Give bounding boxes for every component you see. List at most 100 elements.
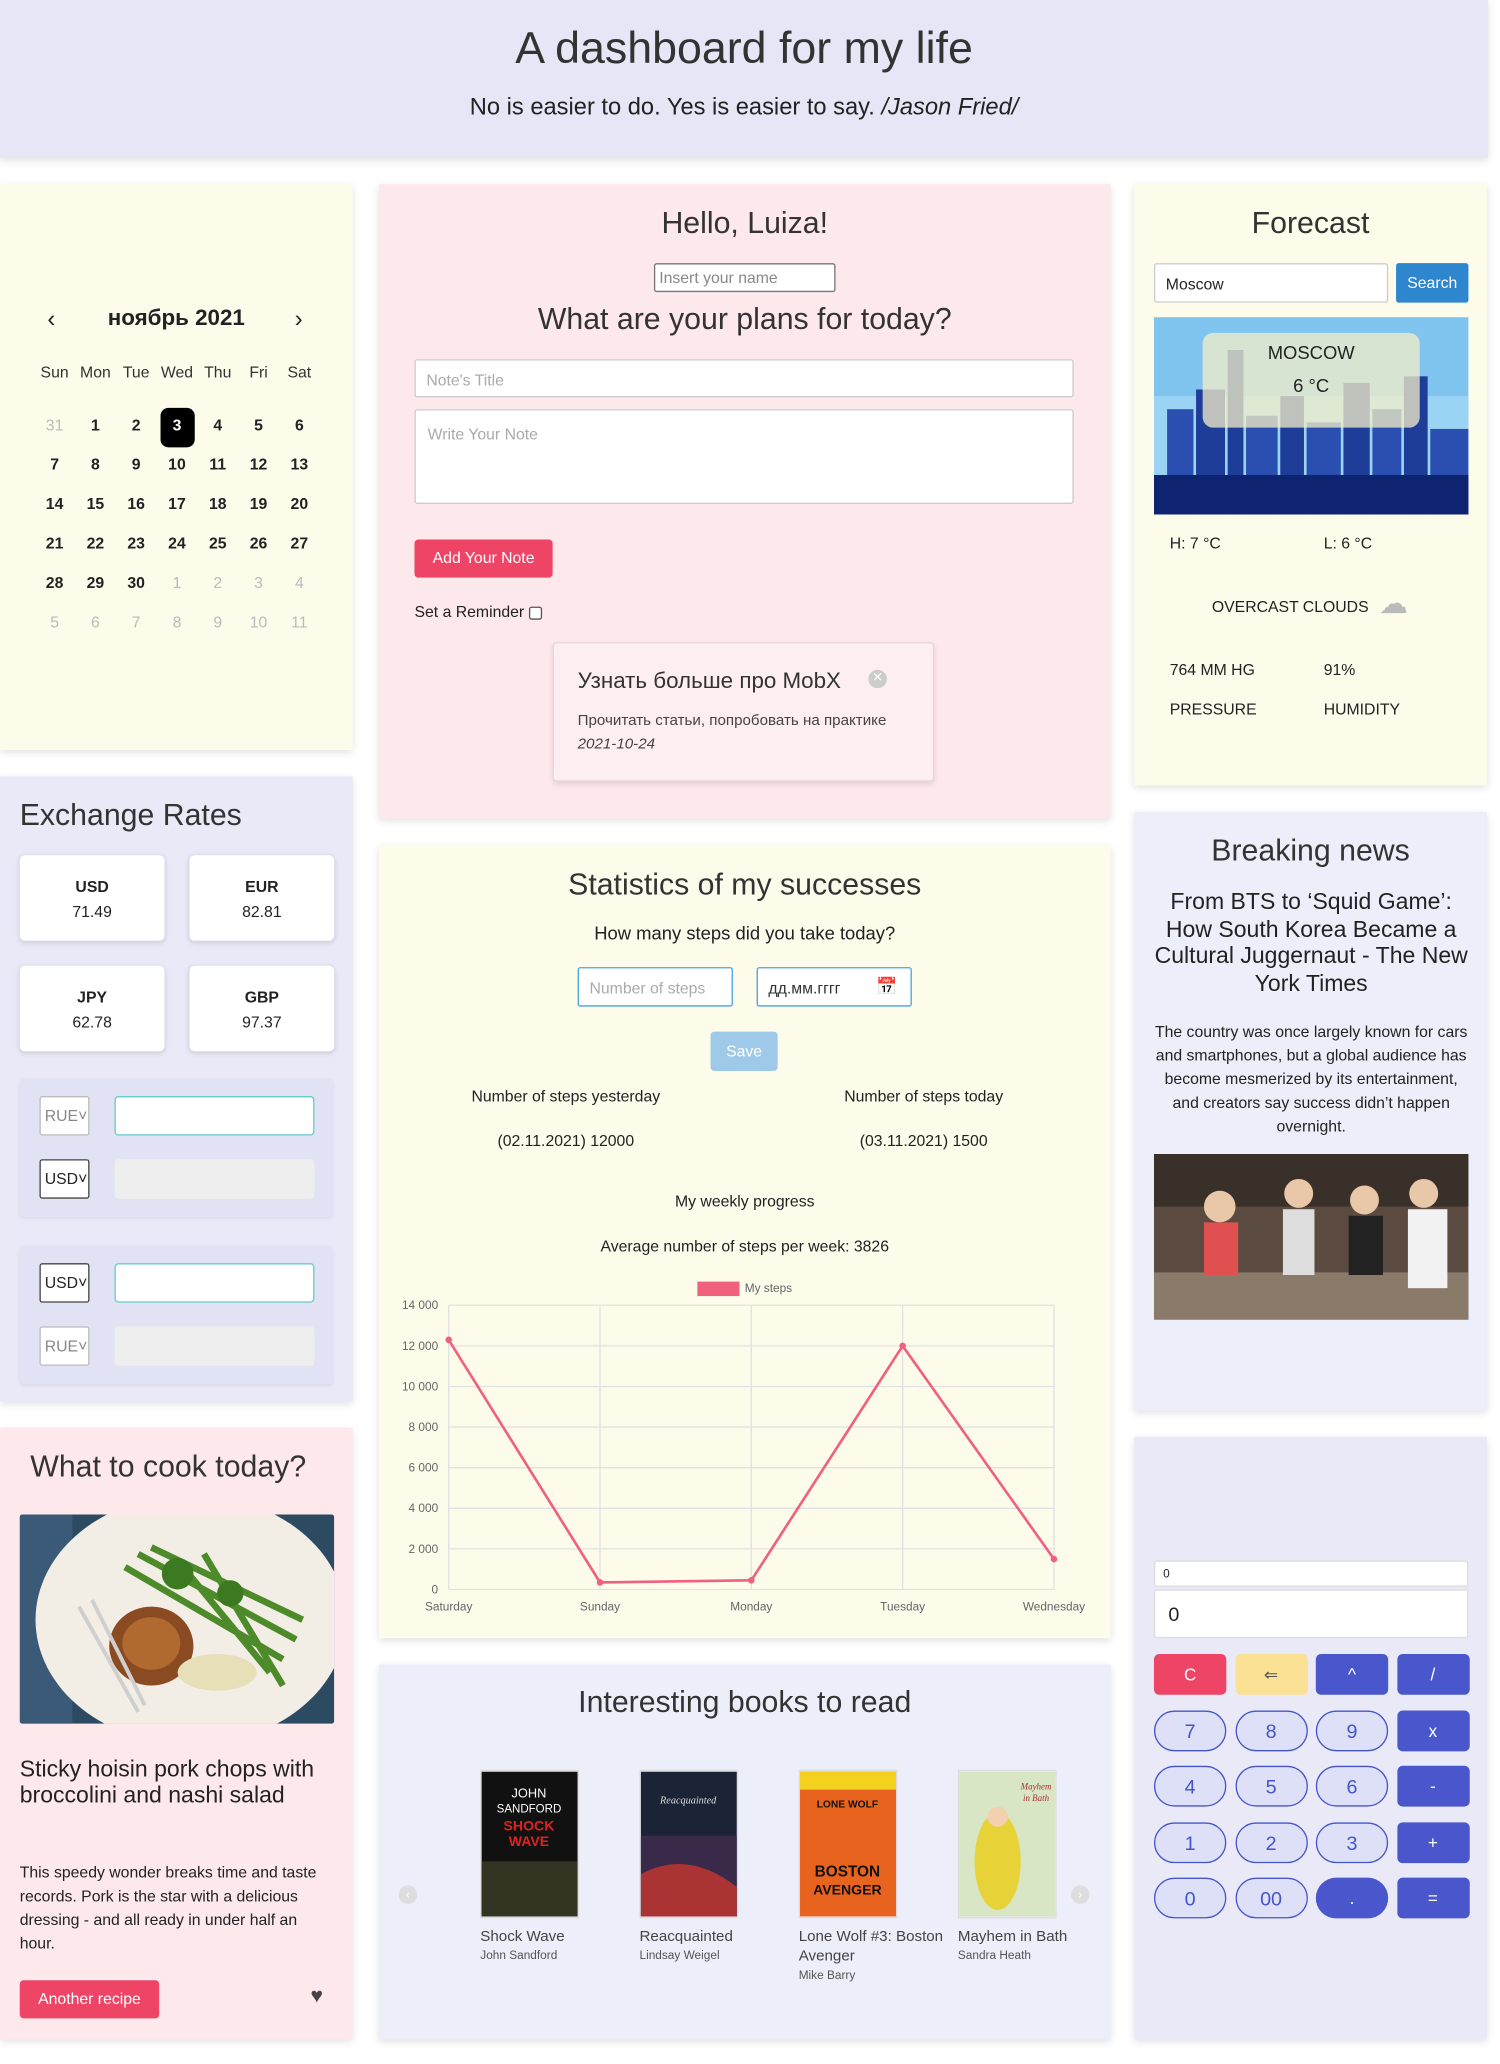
calendar-day[interactable]: 23 — [119, 526, 153, 565]
amount-input[interactable] — [114, 1096, 315, 1136]
calendar-day[interactable]: 13 — [282, 447, 316, 486]
chevron-right-icon[interactable]: › — [295, 305, 303, 333]
add-note-button[interactable]: Add Your Note — [414, 539, 553, 578]
digit-5-button[interactable]: 5 — [1234, 1765, 1308, 1807]
calendar-day[interactable]: 3 — [159, 407, 195, 448]
calendar-day[interactable]: 12 — [241, 447, 275, 486]
calendar-day[interactable]: 14 — [38, 487, 72, 526]
rate-value: 62.78 — [72, 1013, 112, 1032]
clear-button[interactable]: C — [1153, 1653, 1227, 1695]
calendar-day[interactable]: 20 — [282, 487, 316, 526]
digit-00-button[interactable]: 00 — [1234, 1877, 1308, 1919]
currency-to-select[interactable]: USD˅ — [39, 1159, 90, 1199]
calendar-day[interactable]: 7 — [38, 447, 72, 486]
reminder-checkbox[interactable] — [528, 606, 542, 620]
divide-button[interactable]: / — [1396, 1653, 1470, 1695]
yesterday-label: Number of steps yesterday — [471, 1086, 661, 1106]
equals-button[interactable]: = — [1396, 1877, 1470, 1919]
city-input[interactable]: Moscow — [1153, 263, 1389, 303]
calendar-day[interactable]: 29 — [78, 566, 112, 605]
digit-6-button[interactable]: 6 — [1315, 1765, 1389, 1807]
multiply-button[interactable]: x — [1396, 1709, 1470, 1751]
chevron-left-icon[interactable]: ‹ — [47, 305, 55, 333]
digit-8-button[interactable]: 8 — [1234, 1709, 1308, 1751]
calendar-day[interactable]: 18 — [201, 487, 235, 526]
note-title-input[interactable]: Note's Title — [414, 359, 1074, 398]
currency-to-select[interactable]: RUE˅ — [39, 1326, 90, 1366]
calendar-day[interactable]: 22 — [78, 526, 112, 565]
calendar-day[interactable]: 9 — [119, 447, 153, 486]
digit-7-button[interactable]: 7 — [1153, 1709, 1227, 1751]
minus-button[interactable]: - — [1396, 1765, 1470, 1807]
calendar-day[interactable]: 1 — [78, 408, 112, 447]
calendar-day[interactable]: 27 — [282, 526, 316, 565]
calendar-day[interactable]: 24 — [160, 526, 194, 565]
calendar-day[interactable]: 5 — [241, 408, 275, 447]
x-tick-label: Tuesday — [880, 1600, 925, 1614]
date-input[interactable]: дд.мм.гггг 📅 — [756, 967, 912, 1007]
book-title: Mayhem in Bath — [957, 1928, 1068, 1945]
heart-icon[interactable]: ♥ — [311, 1986, 324, 2010]
calendar-day[interactable]: 8 — [78, 447, 112, 486]
calendar-day[interactable]: 2 — [119, 408, 153, 447]
power-button[interactable]: ^ — [1315, 1653, 1389, 1695]
svg-text:SHOCK: SHOCK — [504, 1818, 556, 1834]
another-recipe-button[interactable]: Another recipe — [19, 1980, 160, 2019]
news-headline[interactable]: From BTS to ‘Squid Game’: How South Kore… — [1154, 888, 1468, 996]
calendar-day[interactable]: 21 — [38, 526, 72, 565]
notes-card: Hello, Luiza! Insert your name What are … — [378, 184, 1111, 819]
calendar-day[interactable]: 28 — [38, 566, 72, 605]
calendar-day[interactable]: 25 — [201, 526, 235, 565]
calendar-day[interactable]: 7 — [119, 605, 153, 644]
calendar-day[interactable]: 31 — [38, 408, 72, 447]
calendar-day[interactable]: 1 — [160, 566, 194, 605]
calendar-day[interactable]: 6 — [282, 408, 316, 447]
currency-from-select[interactable]: RUE˅ — [39, 1096, 90, 1136]
calendar-day[interactable]: 3 — [241, 566, 275, 605]
calendar-day[interactable]: 4 — [282, 566, 316, 605]
calendar-day[interactable]: 17 — [160, 487, 194, 526]
plus-button[interactable]: + — [1396, 1821, 1470, 1863]
calendar-day[interactable]: 11 — [282, 605, 316, 644]
amount-input[interactable] — [114, 1263, 315, 1303]
chevron-left-icon[interactable]: ‹ — [398, 1885, 418, 1904]
book-item[interactable]: JOHN SANDFORD SHOCK WAVE Shock Wave John Sa… — [480, 1769, 625, 1962]
digit-4-button[interactable]: 4 — [1153, 1765, 1227, 1807]
forecast-card: Forecast Moscow Search MOSCOW 6 °C H: 7 … — [1134, 184, 1487, 786]
note-body-textarea[interactable]: Write Your Note — [414, 409, 1074, 504]
book-item[interactable]: Mayhem in Bath Mayhem in Bath Sandra Heat… — [957, 1769, 1103, 1962]
calendar-day[interactable]: 11 — [201, 447, 235, 486]
digit-0-button[interactable]: 0 — [1153, 1877, 1227, 1919]
digit-1-button[interactable]: 1 — [1153, 1821, 1227, 1863]
calendar-day[interactable]: 6 — [78, 605, 112, 644]
calendar-day[interactable]: 15 — [78, 487, 112, 526]
digit-2-button[interactable]: 2 — [1234, 1821, 1308, 1863]
calendar-day[interactable]: 10 — [160, 447, 194, 486]
calendar-day[interactable]: 30 — [119, 566, 153, 605]
calendar-day[interactable]: 16 — [119, 487, 153, 526]
calc-expression: 0 — [1153, 1560, 1469, 1587]
steps-input[interactable]: Number of steps — [577, 967, 733, 1007]
calendar-day[interactable]: 26 — [241, 526, 275, 565]
calendar-day[interactable]: 8 — [160, 605, 194, 644]
book-item[interactable]: Reacquainted Reacquainted Lindsay Weigel — [639, 1769, 784, 1962]
calendar-day[interactable]: 10 — [241, 605, 275, 644]
save-button[interactable]: Save — [710, 1031, 778, 1072]
book-item[interactable]: LONE WOLF BOSTON AVENGER Lone Wolf #3: Bos… — [798, 1769, 944, 1982]
note-body: Прочитать статьи, попробовать на практик… — [577, 713, 887, 729]
calendar-day[interactable]: 9 — [201, 605, 235, 644]
exchange-title: Exchange Rates — [19, 797, 242, 832]
calendar-day[interactable]: 5 — [38, 605, 72, 644]
backspace-button[interactable]: ⇐ — [1234, 1653, 1308, 1695]
calendar-icon[interactable]: 📅 — [876, 976, 897, 997]
name-input[interactable]: Insert your name — [653, 263, 836, 293]
calendar-day[interactable]: 2 — [201, 566, 235, 605]
calendar-day[interactable]: 19 — [241, 487, 275, 526]
calendar-day[interactable]: 4 — [201, 408, 235, 447]
digit-9-button[interactable]: 9 — [1315, 1709, 1389, 1751]
decimal-button[interactable]: . — [1315, 1877, 1389, 1919]
close-icon[interactable]: ✕ — [868, 669, 887, 689]
search-button[interactable]: Search — [1396, 263, 1469, 303]
currency-from-select[interactable]: USD˅ — [39, 1263, 90, 1303]
digit-3-button[interactable]: 3 — [1315, 1821, 1389, 1863]
